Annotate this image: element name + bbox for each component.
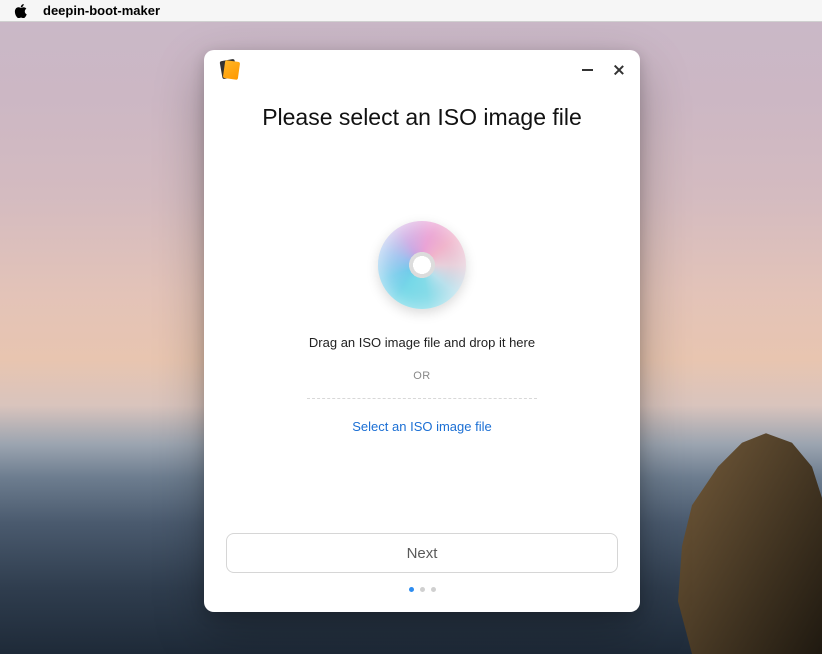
iso-drop-area[interactable]: Drag an ISO image file and drop it here … [204, 131, 640, 533]
dashed-divider [307, 398, 537, 399]
drop-instruction-text: Drag an ISO image file and drop it here [309, 335, 535, 350]
window-controls [580, 63, 626, 77]
window-footer: Next [204, 533, 640, 612]
app-window: Please select an ISO image file Drag an … [204, 50, 640, 612]
page-heading: Please select an ISO image file [204, 104, 640, 131]
pager-dot-3[interactable] [431, 587, 436, 592]
or-separator-text: OR [413, 370, 431, 382]
app-icon [218, 58, 242, 82]
close-icon [613, 64, 625, 76]
minimize-button[interactable] [580, 63, 594, 77]
pager-dot-1[interactable] [409, 587, 414, 592]
system-menubar: deepin-boot-maker [0, 0, 822, 22]
apple-logo-icon[interactable] [14, 4, 27, 18]
pager-dot-2[interactable] [420, 587, 425, 592]
next-button[interactable]: Next [226, 533, 618, 573]
close-button[interactable] [612, 63, 626, 77]
disc-icon [378, 221, 466, 309]
menubar-app-title[interactable]: deepin-boot-maker [43, 3, 160, 18]
step-pager [409, 587, 436, 592]
minimize-icon [582, 69, 593, 71]
select-iso-link[interactable]: Select an ISO image file [352, 419, 491, 434]
window-titlebar [204, 50, 640, 90]
